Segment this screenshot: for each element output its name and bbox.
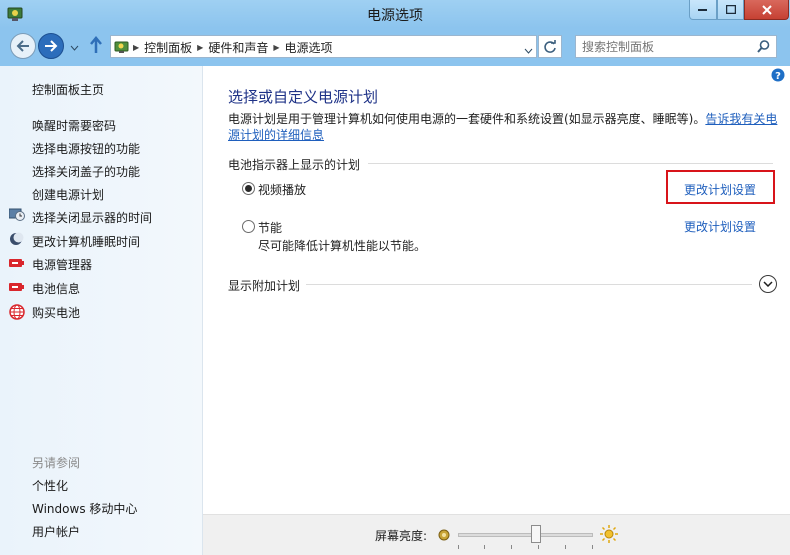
maximize-button[interactable]	[717, 0, 744, 20]
slider-tick	[565, 545, 566, 549]
back-button[interactable]	[10, 33, 36, 59]
sidebar-item-power-manager[interactable]: 电源管理器	[32, 256, 92, 273]
arrow-left-icon	[16, 40, 29, 52]
plan-name-video-playback[interactable]: 视频播放	[258, 181, 306, 198]
change-plan-settings-link[interactable]: 更改计划设置	[684, 218, 756, 235]
plan-radio-power-saver[interactable]	[242, 220, 255, 233]
battery-icon	[9, 281, 25, 295]
chevron-down-icon	[763, 281, 773, 287]
forward-button[interactable]	[38, 33, 64, 59]
address-history-dropdown[interactable]	[524, 43, 533, 57]
slider-tick	[511, 545, 512, 549]
slider-rail	[458, 533, 593, 537]
search-icon[interactable]	[757, 40, 770, 56]
sidebar-item-sleep-time[interactable]: 更改计算机睡眠时间	[32, 233, 140, 250]
window-title: 电源选项	[367, 8, 423, 24]
plan-description-power-saver: 尽可能降低计算机性能以节能。	[258, 239, 427, 253]
breadcrumb-separator-icon[interactable]: ▶	[133, 43, 139, 52]
brightness-high-icon	[600, 525, 618, 546]
arrow-up-icon	[90, 36, 102, 53]
expand-button[interactable]	[759, 275, 777, 293]
minimize-icon	[698, 8, 707, 11]
navigation-bar: ▶ 控制面板 ▶ 硬件和声音 ▶ 电源选项	[0, 28, 790, 66]
refresh-icon	[544, 39, 556, 53]
plans-group-title: 电池指示器上显示的计划	[228, 156, 369, 173]
see-also-heading: 另请参阅	[32, 456, 81, 470]
close-button[interactable]	[744, 0, 789, 20]
refresh-button[interactable]	[538, 35, 562, 58]
page-title: 选择或自定义电源计划	[228, 88, 379, 106]
sidebar-item-personalization[interactable]: 个性化	[32, 477, 68, 494]
sidebar-item-buy-battery[interactable]: 购买电池	[32, 304, 80, 321]
sidebar-item-display-off-time[interactable]: 选择关闭显示器的时间	[32, 209, 152, 226]
slider-tick	[538, 545, 539, 549]
page-description: 电源计划是用于管理计算机如何使用电源的一套硬件和系统设置(如显示器亮度、睡眠等)…	[228, 111, 778, 143]
left-sidebar: 控制面板主页 唤醒时需要密码 选择电源按钮的功能 选择关闭盖子的功能 创建电源计…	[0, 66, 203, 555]
title-bar: 电源选项	[0, 0, 790, 28]
description-text: 电源计划是用于管理计算机如何使用电源的一套硬件和系统设置(如显示器亮度、睡眠等)…	[228, 112, 706, 126]
sidebar-item-mobility-center[interactable]: Windows 移动中心	[32, 500, 137, 517]
svg-text:?: ?	[775, 71, 781, 82]
search-box[interactable]	[575, 35, 777, 58]
search-input[interactable]	[582, 38, 752, 55]
plan-name-power-saver[interactable]: 节能	[258, 219, 282, 236]
maximize-icon	[725, 5, 736, 14]
show-additional-plans-label[interactable]: 显示附加计划	[228, 277, 307, 294]
slider-tick	[484, 545, 485, 549]
sidebar-item-control-panel-home[interactable]: 控制面板主页	[32, 81, 104, 98]
breadcrumb-power-options[interactable]: 电源选项	[285, 39, 333, 56]
slider-thumb[interactable]	[531, 525, 541, 543]
breadcrumb-separator-icon[interactable]: ▶	[273, 43, 279, 52]
brightness-slider[interactable]	[458, 523, 593, 551]
plan-radio-video-playback[interactable]	[242, 182, 255, 195]
battery-icon	[9, 257, 25, 271]
breadcrumb: ▶ 控制面板 ▶ 硬件和声音 ▶ 电源选项	[133, 39, 333, 56]
sidebar-item-lid-action[interactable]: 选择关闭盖子的功能	[32, 163, 140, 180]
sidebar-item-power-button[interactable]: 选择电源按钮的功能	[32, 140, 140, 157]
up-button[interactable]	[89, 36, 103, 57]
globe-icon	[9, 304, 25, 320]
breadcrumb-hardware-sound[interactable]: 硬件和声音	[208, 39, 268, 56]
display-clock-icon	[8, 208, 25, 222]
sidebar-item-user-accounts[interactable]: 用户帐户	[32, 523, 80, 540]
highlight-box	[666, 170, 775, 204]
sidebar-item-wake-password[interactable]: 唤醒时需要密码	[32, 117, 116, 134]
minimize-button[interactable]	[689, 0, 717, 20]
radio-selected-dot	[245, 185, 252, 192]
brightness-label: 屏幕亮度:	[375, 529, 428, 543]
close-icon	[761, 4, 772, 15]
slider-tick	[458, 545, 459, 549]
breadcrumb-control-panel[interactable]: 控制面板	[144, 39, 192, 56]
chevron-down-icon	[70, 45, 79, 51]
sidebar-item-battery-info[interactable]: 电池信息	[32, 280, 80, 297]
help-icon[interactable]: ?	[771, 68, 785, 85]
chevron-down-icon	[524, 48, 533, 54]
breadcrumb-separator-icon[interactable]: ▶	[197, 43, 203, 52]
slider-tick	[592, 545, 593, 549]
brightness-bar: 屏幕亮度:	[203, 514, 790, 555]
recent-locations-dropdown[interactable]	[70, 40, 79, 54]
address-bar[interactable]: ▶ 控制面板 ▶ 硬件和声音 ▶ 电源选项	[110, 35, 537, 58]
moon-icon	[9, 232, 25, 246]
sidebar-item-create-plan[interactable]: 创建电源计划	[32, 186, 104, 203]
arrow-right-icon	[45, 40, 58, 52]
brightness-low-icon	[438, 529, 450, 544]
control-panel-icon	[114, 39, 130, 58]
additional-plans-divider	[228, 284, 752, 285]
